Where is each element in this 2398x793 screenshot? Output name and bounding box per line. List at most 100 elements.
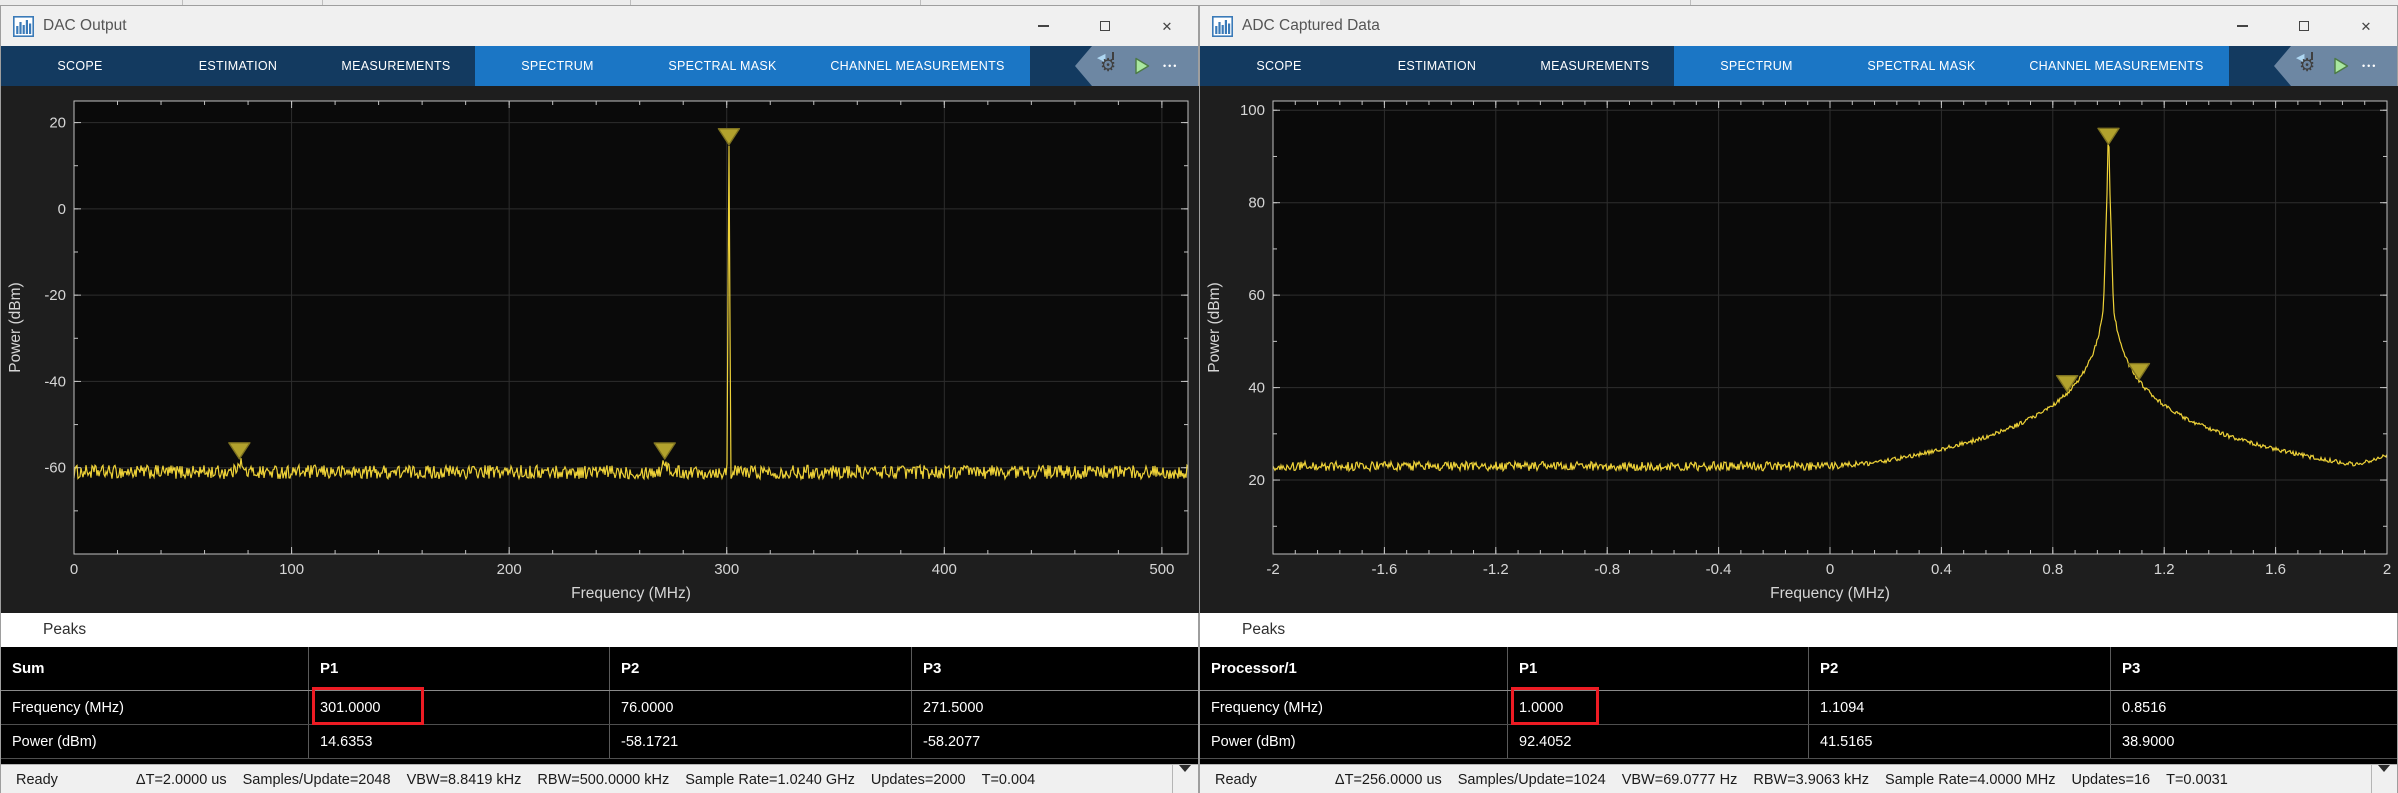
- status-time: T=0.0031: [2166, 772, 2228, 788]
- window-dac-output: DAC Output ✕ SCOPE ESTIMATION MEASUREMEN…: [0, 5, 1199, 793]
- tab-estimation[interactable]: ESTIMATION: [159, 46, 317, 86]
- settings-gear-icon[interactable]: ◀ ⚙: [2298, 55, 2320, 77]
- svg-text:0.8: 0.8: [2042, 561, 2063, 578]
- maximize-button[interactable]: [2273, 6, 2335, 46]
- p2-power-cell: 41.5165: [1809, 725, 2111, 758]
- tab-spectrum[interactable]: SPECTRUM: [1674, 46, 1839, 86]
- minimize-icon: [1038, 25, 1049, 27]
- tab-spectrum[interactable]: SPECTRUM: [475, 46, 640, 86]
- peaks-col-p3: P3: [2111, 647, 2397, 690]
- close-button[interactable]: ✕: [2335, 6, 2397, 46]
- svg-text:100: 100: [279, 561, 304, 578]
- svg-text:-40: -40: [44, 373, 66, 390]
- p1-power-cell: 92.4052: [1508, 725, 1809, 758]
- tab-spectral-mask[interactable]: SPECTRAL MASK: [640, 46, 805, 86]
- svg-text:-1.2: -1.2: [1483, 561, 1509, 578]
- tab-channel-measurements[interactable]: CHANNEL MEASUREMENTS: [805, 46, 1030, 86]
- svg-text:-20: -20: [44, 287, 66, 304]
- peaks-row-power: Power (dBm) 14.6353 -58.1721 -58.2077: [1, 725, 1198, 759]
- status-updates: Updates=2000: [871, 772, 966, 788]
- maximize-button[interactable]: [1074, 6, 1136, 46]
- svg-text:0: 0: [70, 561, 78, 578]
- settings-gear-icon[interactable]: ◀ ⚙: [1099, 55, 1121, 77]
- ribbon-toolbar: SCOPE ESTIMATION MEASUREMENTS SPECTRUM S…: [1, 46, 1198, 86]
- peaks-panel-title: Peaks: [1, 613, 1198, 647]
- svg-text:60: 60: [1248, 287, 1265, 304]
- peaks-col-source: Processor/1: [1200, 647, 1508, 690]
- spectrum-analyzer-app-icon: [1212, 16, 1233, 37]
- more-options-button[interactable]: •••: [1163, 61, 1178, 71]
- tab-estimation[interactable]: ESTIMATION: [1358, 46, 1516, 86]
- minimize-button[interactable]: [2211, 6, 2273, 46]
- peaks-row-frequency: Frequency (MHz) 301.0000 76.0000 271.500…: [1, 691, 1198, 725]
- svg-text:0: 0: [58, 201, 66, 218]
- run-button[interactable]: [2331, 56, 2351, 76]
- svg-text:2: 2: [2383, 561, 2391, 578]
- run-button[interactable]: [1132, 56, 1152, 76]
- svg-text:Frequency (MHz): Frequency (MHz): [1770, 585, 1890, 602]
- tab-spectral-mask[interactable]: SPECTRAL MASK: [1839, 46, 2004, 86]
- svg-text:-60: -60: [44, 460, 66, 477]
- svg-text:-0.4: -0.4: [1706, 561, 1732, 578]
- row-label: Power (dBm): [1200, 725, 1508, 758]
- status-time: T=0.004: [982, 772, 1036, 788]
- p1-frequency-cell: 301.0000: [309, 691, 610, 724]
- more-options-button[interactable]: •••: [2362, 61, 2377, 71]
- peaks-table-header: Sum P1 P2 P3: [1, 647, 1198, 691]
- desktop: DAC Output ✕ SCOPE ESTIMATION MEASUREMEN…: [0, 0, 2398, 793]
- status-updates: Updates=16: [2072, 772, 2151, 788]
- peaks-col-p2: P2: [1809, 647, 2111, 690]
- maximize-icon: [2299, 21, 2309, 31]
- window-title: DAC Output: [43, 17, 127, 35]
- p3-frequency-cell: 271.5000: [912, 691, 1198, 724]
- tab-scope[interactable]: SCOPE: [1200, 46, 1358, 86]
- play-icon: [2331, 56, 2351, 76]
- p3-power-cell: 38.9000: [2111, 725, 2397, 758]
- close-button[interactable]: ✕: [1136, 6, 1198, 46]
- collapse-triangle-icon: [1179, 772, 1192, 788]
- status-corner-button[interactable]: [2371, 765, 2397, 793]
- status-sample-rate: Sample Rate=4.0000 MHz: [1885, 772, 2055, 788]
- status-samples: Samples/Update=2048: [243, 772, 391, 788]
- peaks-col-p2: P2: [610, 647, 912, 690]
- svg-text:Power (dBm): Power (dBm): [7, 282, 24, 372]
- tab-measurements[interactable]: MEASUREMENTS: [1516, 46, 1674, 86]
- peaks-col-source: Sum: [1, 647, 309, 690]
- svg-text:300: 300: [714, 561, 739, 578]
- row-label: Power (dBm): [1, 725, 309, 758]
- status-bar: Ready ΔT=256.0000 us Samples/Update=1024…: [1200, 764, 2397, 793]
- status-delta-t: ΔT=2.0000 us: [136, 772, 227, 788]
- status-vbw: VBW=8.8419 kHz: [407, 772, 522, 788]
- row-label: Frequency (MHz): [1, 691, 309, 724]
- spectrum-analyzer-app-icon: [13, 16, 34, 37]
- quick-controls-area: ◀ ⚙ •••: [1075, 46, 1198, 86]
- p3-frequency-cell: 0.8516: [2111, 691, 2397, 724]
- p2-power-cell: -58.1721: [610, 725, 912, 758]
- svg-text:Power (dBm): Power (dBm): [1206, 282, 1223, 372]
- minimize-button[interactable]: [1012, 6, 1074, 46]
- svg-text:500: 500: [1149, 561, 1174, 578]
- play-icon: [1132, 56, 1152, 76]
- spectrum-plot[interactable]: 0100200300400500200-20-40-60Frequency (M…: [1, 86, 1200, 613]
- svg-text:-2: -2: [1266, 561, 1279, 578]
- p1-frequency-cell: 1.0000: [1508, 691, 1809, 724]
- tab-channel-measurements[interactable]: CHANNEL MEASUREMENTS: [2004, 46, 2229, 86]
- titlebar[interactable]: ADC Captured Data ✕: [1200, 6, 2397, 46]
- status-sample-rate: Sample Rate=1.0240 GHz: [685, 772, 855, 788]
- status-delta-t: ΔT=256.0000 us: [1335, 772, 1442, 788]
- status-vbw: VBW=69.0777 Hz: [1622, 772, 1738, 788]
- peaks-panel: Peaks Processor/1 P1 P2 P3 Frequency (MH…: [1200, 613, 2397, 764]
- spectrum-plot[interactable]: -2-1.6-1.2-0.8-0.400.40.81.21.6210080604…: [1200, 86, 2398, 613]
- status-rbw: RBW=3.9063 kHz: [1753, 772, 1869, 788]
- p2-frequency-cell: 76.0000: [610, 691, 912, 724]
- tab-measurements[interactable]: MEASUREMENTS: [317, 46, 475, 86]
- svg-text:20: 20: [49, 115, 66, 132]
- svg-text:-0.8: -0.8: [1594, 561, 1620, 578]
- tab-scope[interactable]: SCOPE: [1, 46, 159, 86]
- toolbar-filler: [2229, 46, 2274, 86]
- svg-text:400: 400: [932, 561, 957, 578]
- status-corner-button[interactable]: [1172, 765, 1198, 793]
- toolbar-filler: [1030, 46, 1075, 86]
- titlebar[interactable]: DAC Output ✕: [1, 6, 1198, 46]
- peaks-row-power: Power (dBm) 92.4052 41.5165 38.9000: [1200, 725, 2397, 759]
